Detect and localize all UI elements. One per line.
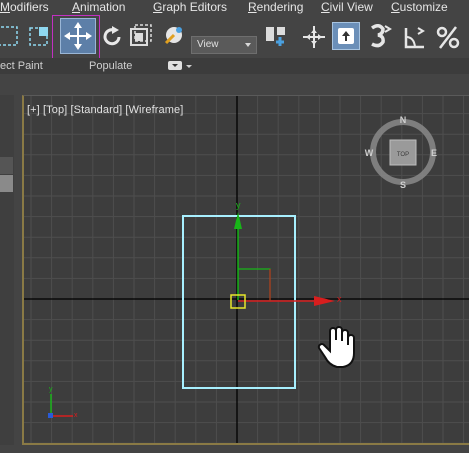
viewcube[interactable]: TOP N S E W <box>365 115 437 190</box>
gizmo-y-label: y <box>236 200 241 210</box>
caret-down-icon[interactable] <box>186 65 192 68</box>
angle-snap-icon[interactable] <box>402 25 428 51</box>
ribbon-bar: ect Paint Populate <box>0 58 469 74</box>
menu-graph-editors[interactable]: Graph Editors <box>153 0 227 14</box>
ribbon-toggle-button[interactable] <box>168 61 182 70</box>
menu-customize[interactable]: Customize <box>391 0 448 14</box>
ribbon-tab-populate[interactable]: Populate <box>89 58 132 74</box>
main-toolbar: View <box>0 15 469 59</box>
viewcube-face-label: TOP <box>397 152 409 158</box>
reference-coordinate-dropdown[interactable]: View <box>191 36 257 54</box>
compass-west[interactable]: W <box>365 148 374 158</box>
toolbar-gap <box>0 74 469 95</box>
chevron-down-icon <box>245 43 251 47</box>
viewport-top[interactable]: y x TOP N S E W y x <box>22 95 469 445</box>
placement-icon[interactable] <box>160 23 186 49</box>
tripod-x-label: x <box>74 412 78 419</box>
menu-rendering[interactable]: Rendering <box>248 0 303 14</box>
percent-snap-icon[interactable] <box>435 23 463 51</box>
gizmo-plane-handle-green[interactable] <box>238 268 271 301</box>
move-button[interactable] <box>60 18 96 54</box>
use-pivot-button[interactable] <box>332 22 360 50</box>
menu-modifiers[interactable]: Modifiers <box>0 0 49 14</box>
left-panel-tab[interactable] <box>0 157 13 174</box>
snap-3d-icon[interactable] <box>369 22 395 50</box>
scale-icon[interactable] <box>129 23 155 49</box>
pick-pivot-icon[interactable] <box>264 23 290 49</box>
pivot-arrow-icon <box>338 28 354 44</box>
gizmo-y-arrow[interactable] <box>234 212 242 229</box>
menu-bar: Modifiers Animation Graph Editors Render… <box>0 0 469 15</box>
left-panel <box>0 95 14 453</box>
tripod-y-label: y <box>49 386 53 393</box>
compass-north[interactable]: N <box>400 115 407 125</box>
menu-civil-view[interactable]: Civil View <box>321 0 373 14</box>
gizmo-x-label: x <box>337 294 342 304</box>
ribbon-tab-object-paint[interactable]: ect Paint <box>0 58 43 74</box>
bottom-strip <box>0 445 469 453</box>
viewport-canvas[interactable]: y x TOP N S E W y x <box>22 95 469 445</box>
select-region-icon[interactable] <box>0 25 20 47</box>
rotate-icon[interactable] <box>100 25 124 49</box>
reference-coordinate-value: View <box>197 39 219 50</box>
move-icon <box>64 22 92 50</box>
gizmo-x-arrow[interactable] <box>314 296 335 306</box>
compass-south[interactable]: S <box>400 180 406 190</box>
menu-animation[interactable]: Animation <box>72 0 125 14</box>
transform-center-icon[interactable] <box>302 25 326 49</box>
window-crossing-icon[interactable] <box>28 25 52 49</box>
viewport-label[interactable]: [+] [Top] [Standard] [Wireframe] <box>27 104 183 116</box>
compass-east[interactable]: E <box>431 148 437 158</box>
left-panel-tab-active[interactable] <box>0 175 13 192</box>
